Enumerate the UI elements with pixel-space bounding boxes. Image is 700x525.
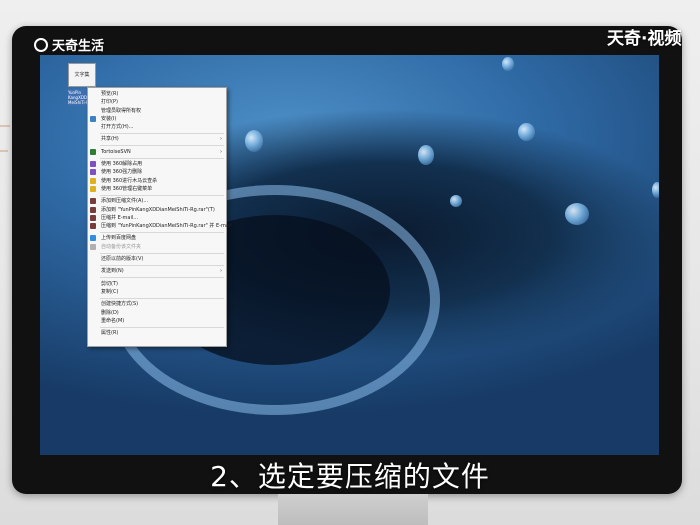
background-decoration bbox=[0, 125, 10, 127]
menu-item-label: 创建快捷方式(S) bbox=[101, 301, 139, 308]
water-drop bbox=[450, 195, 462, 207]
water-drop bbox=[245, 130, 263, 152]
menu-item[interactable]: 属性(R) bbox=[88, 329, 226, 337]
menu-item[interactable]: 添加到压缩文件(A)... bbox=[88, 197, 226, 205]
archive-icon bbox=[90, 198, 96, 205]
menu-separator bbox=[100, 297, 224, 299]
menu-item-label: 发送到(N) bbox=[101, 268, 124, 275]
menu-item-label: 共享(H) bbox=[101, 136, 119, 143]
video-subtitle: 2、选定要压缩的文件 bbox=[210, 460, 490, 493]
archive-icon bbox=[90, 223, 96, 230]
water-drop bbox=[652, 182, 659, 198]
menu-item[interactable]: 还原以前的版本(V) bbox=[88, 255, 226, 263]
menu-item-label: 添加到 "YunPinKangXDDianMeiShiTi-Rg.rar"(T) bbox=[101, 206, 215, 213]
menu-item[interactable]: 发送到(N) › bbox=[88, 267, 226, 275]
menu-item[interactable]: 管理员取得所有权 bbox=[88, 107, 226, 115]
tortoise-icon bbox=[90, 148, 96, 155]
360-icon bbox=[90, 161, 96, 168]
menu-separator bbox=[100, 277, 224, 279]
menu-item[interactable]: 打开方式(H)... bbox=[88, 123, 226, 131]
menu-item-label: 使用 360进行木马云查杀 bbox=[101, 177, 158, 184]
water-drop bbox=[418, 145, 434, 165]
menu-item[interactable]: 压缩并 E-mail... bbox=[88, 214, 226, 222]
menu-item[interactable]: 使用 360强力删除 bbox=[88, 168, 226, 176]
brand-logo-left: 天奇生活 bbox=[34, 35, 104, 54]
menu-separator bbox=[100, 264, 224, 266]
menu-item-label: 重命名(M) bbox=[101, 317, 125, 324]
logo-q-icon bbox=[34, 37, 48, 52]
menu-item[interactable]: 上传到百度网盘 bbox=[88, 234, 226, 242]
menu-item[interactable]: 共享(H) › bbox=[88, 135, 226, 143]
menu-item-label: 使用 360解除占用 bbox=[101, 161, 143, 168]
logo-left-text: 天奇生活 bbox=[52, 39, 105, 54]
menu-item[interactable]: 复制(C) bbox=[88, 288, 226, 296]
cloud-icon bbox=[90, 235, 96, 242]
menu-item[interactable]: 使用 360管理右键菜单 bbox=[88, 185, 226, 193]
context-menu: 预览(R) 打印(P) 管理员取得所有权 安装(I) 打开方式(H)... 共享(H) › T… bbox=[87, 87, 232, 347]
menu-item[interactable]: 预览(R) bbox=[88, 90, 226, 98]
menu-item-label: 使用 360管理右键菜单 bbox=[101, 185, 153, 192]
menu-item-label: 上传到百度网盘 bbox=[101, 235, 137, 242]
menu-separator bbox=[100, 231, 224, 233]
menu-item[interactable]: 使用 360进行木马云查杀 bbox=[88, 177, 226, 185]
menu-item-label: 管理员取得所有权 bbox=[101, 107, 142, 114]
menu-item[interactable]: 使用 360解除占用 bbox=[88, 160, 226, 168]
archive-icon bbox=[90, 214, 96, 221]
menu-item-label: 压缩到 "YunPinKangXDDianMeiShiTi-Rg.rar" 并 … bbox=[101, 223, 232, 230]
menu-item[interactable]: 添加到 "YunPinKangXDDianMeiShiTi-Rg.rar"(T) bbox=[88, 206, 226, 214]
water-drop bbox=[518, 123, 535, 141]
menu-item[interactable]: TortoiseSVN › bbox=[88, 148, 226, 156]
menu-separator bbox=[100, 157, 224, 159]
menu-separator bbox=[100, 326, 224, 328]
menu-item[interactable]: 压缩到 "YunPinKangXDDianMeiShiTi-Rg.rar" 并 … bbox=[88, 222, 232, 230]
menu-item[interactable]: 删除(D) bbox=[88, 309, 226, 317]
brand-logo-right: 天奇·视频 bbox=[607, 29, 682, 49]
archive-icon bbox=[90, 206, 96, 213]
menu-item[interactable]: 安装(I) bbox=[88, 115, 226, 123]
menu-item[interactable]: 创建快捷方式(S) bbox=[88, 300, 226, 308]
menu-item-label: 打印(P) bbox=[101, 99, 118, 106]
menu-item[interactable]: 重命名(M) bbox=[88, 317, 226, 325]
submenu-arrow-icon: › bbox=[220, 268, 222, 275]
menu-item-label: 还原以前的版本(V) bbox=[101, 256, 144, 263]
menu-item-label: 剪切(T) bbox=[101, 280, 118, 287]
360-yellow-icon bbox=[90, 185, 96, 192]
menu-item-label: 删除(D) bbox=[101, 309, 119, 316]
menu-item-label: 安装(I) bbox=[101, 115, 117, 122]
menu-item-label: 使用 360强力删除 bbox=[101, 169, 143, 176]
menu-separator bbox=[100, 145, 224, 147]
menu-item: 自动备份该文件夹 bbox=[88, 243, 226, 251]
water-drop bbox=[565, 203, 589, 225]
menu-item-label: 添加到压缩文件(A)... bbox=[101, 198, 149, 205]
menu-item-label: 压缩并 E-mail... bbox=[101, 214, 139, 221]
menu-separator bbox=[100, 252, 224, 254]
water-drop bbox=[502, 57, 514, 71]
shield-icon bbox=[90, 115, 96, 122]
menu-item-label: 属性(R) bbox=[101, 330, 119, 337]
submenu-arrow-icon: › bbox=[220, 136, 222, 143]
360-yellow-icon bbox=[90, 177, 96, 184]
menu-item[interactable]: 剪切(T) bbox=[88, 280, 226, 288]
menu-separator bbox=[100, 194, 224, 196]
menu-item-label: 预览(R) bbox=[101, 91, 119, 97]
menu-item-label: TortoiseSVN bbox=[101, 148, 131, 155]
menu-item-label: 自动备份该文件夹 bbox=[101, 243, 142, 250]
monitor-stand bbox=[278, 494, 428, 525]
menu-item-label: 复制(C) bbox=[101, 288, 119, 295]
background-decoration bbox=[0, 150, 8, 152]
menu-item[interactable]: 打印(P) bbox=[88, 98, 226, 106]
cloud-gray-icon bbox=[90, 243, 96, 250]
menu-separator bbox=[100, 132, 224, 134]
360-icon bbox=[90, 169, 96, 176]
file-thumbnail: 文字集 bbox=[68, 63, 96, 87]
menu-item-label: 打开方式(H)... bbox=[101, 124, 134, 131]
submenu-arrow-icon: › bbox=[220, 148, 222, 155]
